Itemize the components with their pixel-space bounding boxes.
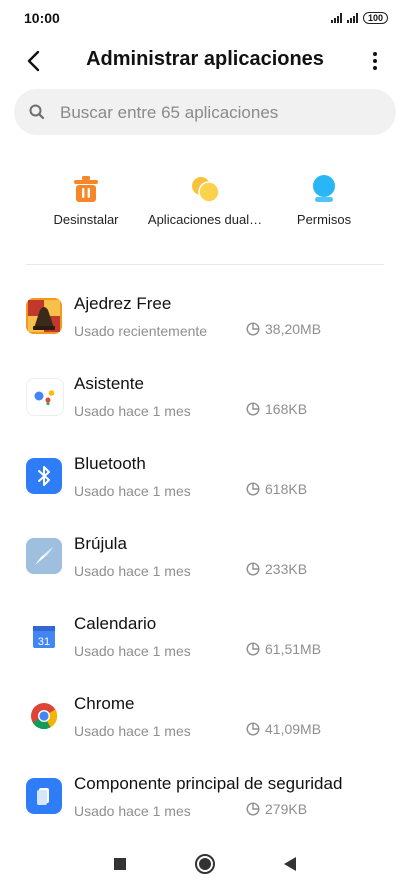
app-bar: Administrar aplicaciones <box>0 36 410 84</box>
divider <box>26 264 384 265</box>
permissions-icon <box>313 175 335 202</box>
app-name: Componente principal de seguridad <box>74 774 343 793</box>
app-name: Ajedrez Free <box>74 294 172 313</box>
app-usage: Usado hace 1 mes <box>74 643 191 659</box>
recents-button[interactable] <box>108 852 132 876</box>
list-item[interactable]: Bluetooth Usado hace 1 mes 618KB <box>0 440 410 520</box>
dual-apps-icon <box>192 177 220 203</box>
status-icons: 100 <box>330 12 388 24</box>
app-size: 61,51MB <box>246 641 321 657</box>
app-name: Chrome <box>74 694 135 713</box>
compass-app-icon <box>26 538 62 574</box>
circle-icon <box>195 854 215 874</box>
app-name: Asistente <box>74 374 144 393</box>
app-size-value: 618KB <box>265 481 308 497</box>
app-name: Bluetooth <box>74 454 146 473</box>
square-icon <box>114 858 126 870</box>
page-title: Administrar aplicaciones <box>86 48 324 70</box>
back-nav-button[interactable] <box>278 852 302 876</box>
security-app-icon <box>26 778 62 814</box>
chrome-app-icon <box>26 698 62 734</box>
triangle-back-icon <box>284 857 296 871</box>
signal-icon <box>346 13 358 23</box>
list-item[interactable]: Chrome Usado hace 1 mes 41,09MB <box>0 680 410 760</box>
app-size: 618KB <box>246 481 307 497</box>
trash-icon <box>74 176 98 202</box>
app-usage: Usado hace 1 mes <box>74 563 191 579</box>
more-options-button[interactable] <box>360 46 390 76</box>
search-input[interactable] <box>58 89 382 137</box>
battery-icon: 100 <box>362 12 388 24</box>
app-size-value: 233KB <box>265 561 308 577</box>
search-icon <box>29 104 45 120</box>
home-button[interactable] <box>193 852 217 876</box>
app-name: Calendario <box>74 614 157 633</box>
app-usage: Usado hace 1 mes <box>74 483 191 499</box>
storage-pie-icon <box>246 802 260 816</box>
permissions-action[interactable]: Permisos <box>254 172 394 227</box>
app-name: Brújula <box>74 534 127 553</box>
app-size-value: 61,51MB <box>265 641 322 657</box>
chess-app-icon <box>26 298 62 334</box>
app-usage: Usado recientemente <box>74 323 208 339</box>
calendar-icon-text: 31 <box>38 636 50 648</box>
storage-pie-icon <box>246 322 260 336</box>
app-size: 38,20MB <box>246 321 321 337</box>
app-size: 168KB <box>246 401 307 417</box>
app-size: 233KB <box>246 561 307 577</box>
search-bar[interactable] <box>14 89 396 137</box>
app-size: 279KB <box>246 801 307 817</box>
signal-icon <box>330 13 342 23</box>
app-usage: Usado hace 1 mes <box>74 803 191 819</box>
app-size-value: 38,20MB <box>265 321 322 337</box>
app-size-value: 41,09MB <box>265 721 322 737</box>
storage-pie-icon <box>246 402 260 416</box>
more-vert-icon <box>373 52 377 70</box>
app-size-value: 279KB <box>265 801 308 817</box>
status-time: 10:00 <box>24 10 60 26</box>
calendar-app-icon: 31 <box>26 618 62 654</box>
assistant-app-icon <box>26 378 64 416</box>
storage-pie-icon <box>246 722 260 736</box>
list-item[interactable]: Ajedrez Free Usado recientemente 38,20MB <box>0 280 410 360</box>
app-usage: Usado hace 1 mes <box>74 723 191 739</box>
storage-pie-icon <box>246 482 260 496</box>
list-item[interactable]: 31 Calendario Usado hace 1 mes 61,51MB <box>0 600 410 680</box>
permissions-label: Permisos <box>296 212 352 227</box>
storage-pie-icon <box>246 642 260 656</box>
bluetooth-app-icon <box>26 458 62 494</box>
list-item[interactable]: Asistente Usado hace 1 mes 168KB <box>0 360 410 440</box>
app-usage: Usado hace 1 mes <box>74 403 191 419</box>
navigation-bar <box>0 838 410 888</box>
quick-actions: Desinstalar Aplicaciones dual… Permisos <box>0 172 410 236</box>
storage-pie-icon <box>246 562 260 576</box>
list-item[interactable]: Componente principal de seguridad Usado … <box>0 760 410 840</box>
app-size: 41,09MB <box>246 721 321 737</box>
list-item[interactable]: Brújula Usado hace 1 mes 233KB <box>0 520 410 600</box>
app-size-value: 168KB <box>265 401 308 417</box>
status-bar: 10:00 100 <box>0 0 410 36</box>
